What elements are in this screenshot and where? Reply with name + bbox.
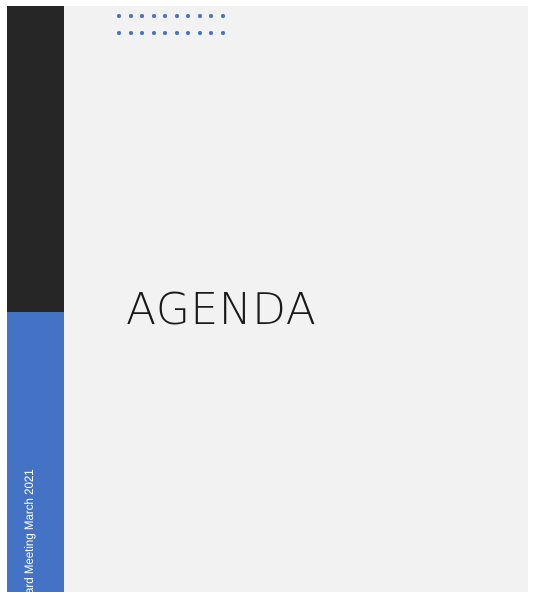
- slide[interactable]: ard Meeting March 2021 AGENDA: [7, 6, 528, 592]
- decorative-dot: [209, 14, 213, 18]
- decorative-dot: [186, 14, 190, 18]
- decorative-dot: [140, 31, 144, 35]
- decorative-dot: [128, 14, 133, 18]
- decorative-dot: [117, 31, 121, 35]
- slide-title[interactable]: AGENDA: [126, 288, 316, 332]
- decorative-dot: [209, 31, 213, 35]
- decorative-dot: [151, 14, 156, 18]
- decorative-dot: [174, 31, 179, 35]
- decorative-dot: [174, 14, 179, 18]
- decorative-dot: [186, 31, 190, 35]
- blue-side-bar: ard Meeting March 2021: [7, 312, 64, 592]
- decorative-dot: [163, 31, 167, 35]
- dark-side-bar: [7, 6, 64, 312]
- decorative-dot: [163, 14, 167, 18]
- page: ard Meeting March 2021 AGENDA: [0, 0, 534, 592]
- dot-pattern: [117, 14, 225, 35]
- decorative-dot: [197, 14, 202, 18]
- decorative-dot: [128, 31, 133, 35]
- decorative-dot: [220, 14, 225, 18]
- decorative-dot: [220, 31, 225, 35]
- decorative-dot: [140, 14, 144, 18]
- decorative-dot: [151, 31, 156, 35]
- decorative-dot: [117, 14, 121, 18]
- decorative-dot: [197, 31, 202, 35]
- side-bar-text: ard Meeting March 2021: [24, 469, 36, 592]
